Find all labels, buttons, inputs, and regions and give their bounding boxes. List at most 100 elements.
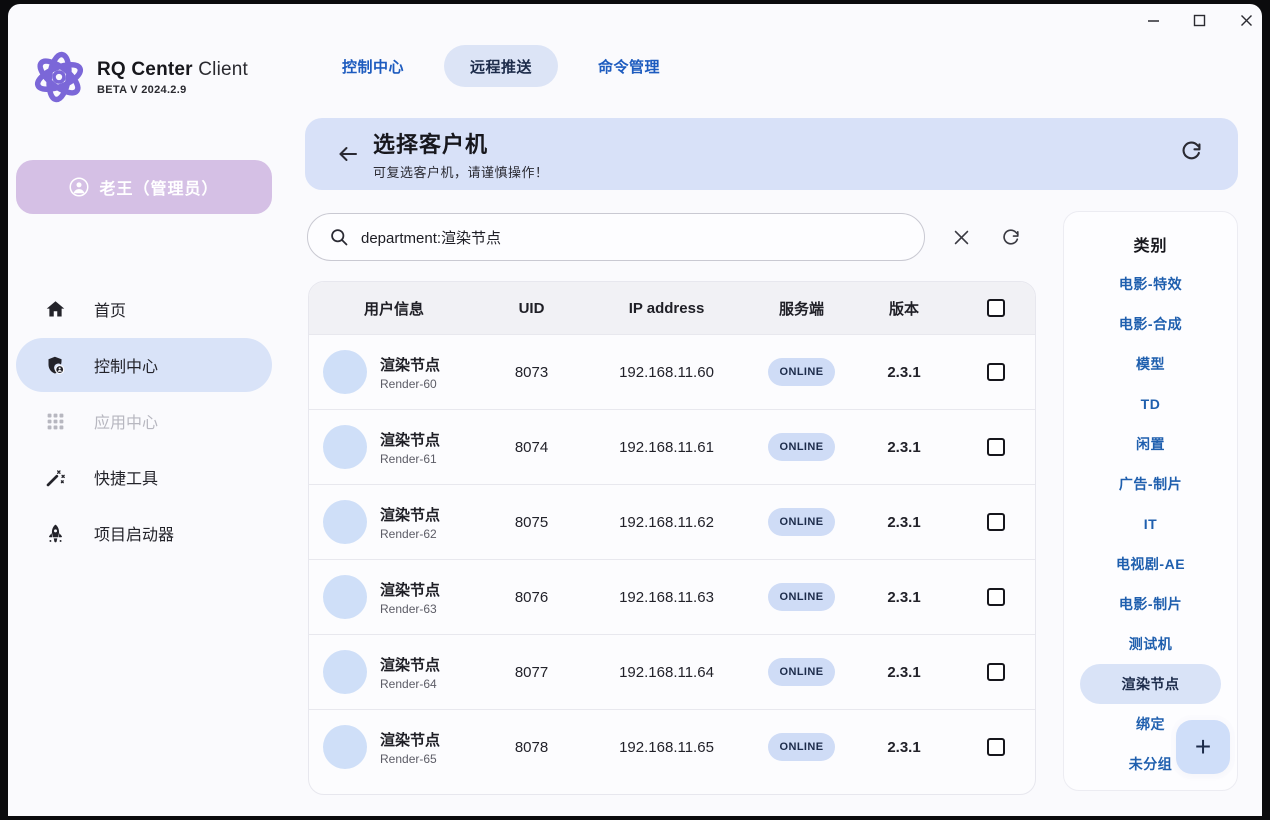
client-name: 渲染节点: [380, 654, 440, 675]
table-row[interactable]: 渲染节点 Render-61 8074 192.168.11.61 ONLINE…: [309, 409, 1035, 484]
top-tab[interactable]: 远程推送: [444, 45, 558, 87]
client-name: 渲染节点: [380, 354, 440, 375]
category-item[interactable]: 测试机: [1080, 624, 1221, 664]
sidebar-nav-item[interactable]: 应用中心: [16, 394, 272, 448]
client-avatar: [323, 650, 367, 694]
category-label: 电影-制片: [1119, 594, 1182, 614]
maximize-button[interactable]: [1189, 10, 1209, 30]
user-badge[interactable]: 老王（管理员）: [16, 160, 272, 214]
sidebar-nav-label: 快捷工具: [94, 465, 158, 489]
category-item[interactable]: 广告-制片: [1080, 464, 1221, 504]
category-item[interactable]: 电视剧-AE: [1080, 544, 1221, 584]
table-row[interactable]: 渲染节点 Render-62 8075 192.168.11.62 ONLINE…: [309, 484, 1035, 559]
table-row[interactable]: 渲染节点 Render-65 8078 192.168.11.65 ONLINE…: [309, 709, 1035, 784]
table-row[interactable]: 渲染节点 Render-63 8076 192.168.11.63 ONLINE…: [309, 559, 1035, 634]
row-checkbox[interactable]: [987, 513, 1005, 531]
magic-wand-icon: [44, 466, 66, 488]
user-icon: [69, 177, 89, 197]
top-tab[interactable]: 命令管理: [572, 45, 686, 87]
client-avatar: [323, 350, 367, 394]
category-item[interactable]: IT: [1080, 504, 1221, 544]
add-category-button[interactable]: +: [1176, 720, 1230, 774]
user-name: 老王（管理员）: [99, 175, 218, 199]
category-label: 测试机: [1129, 634, 1173, 654]
client-avatar: [323, 575, 367, 619]
top-tab-label: 控制中心: [342, 56, 404, 77]
client-hostname: Render-65: [380, 752, 440, 766]
category-item[interactable]: 渲染节点: [1080, 664, 1221, 704]
category-item[interactable]: 模型: [1080, 344, 1221, 384]
page-title: 选择客户机: [373, 127, 549, 159]
client-uid: 8074: [479, 439, 584, 456]
sidebar-nav-item[interactable]: 快捷工具: [16, 450, 272, 504]
table-row[interactable]: 渲染节点 Render-64 8077 192.168.11.64 ONLINE…: [309, 634, 1035, 709]
status-badge: ONLINE: [768, 358, 836, 386]
column-header-user: 用户信息: [309, 298, 479, 319]
client-table: 用户信息 UID IP address 服务端 版本 渲染节点 Render-6…: [308, 281, 1036, 795]
search-bar: [307, 213, 925, 261]
table-row[interactable]: 渲染节点 Render-60 8073 192.168.11.60 ONLINE…: [309, 334, 1035, 409]
search-input[interactable]: [361, 229, 924, 246]
refresh-icon: [1001, 228, 1020, 247]
category-label: 电视剧-AE: [1116, 554, 1185, 574]
client-version: 2.3.1: [854, 739, 954, 756]
close-button[interactable]: [1236, 10, 1256, 30]
client-hostname: Render-62: [380, 527, 440, 541]
category-label: 电影-特效: [1119, 274, 1182, 294]
back-button[interactable]: [333, 139, 363, 169]
sidebar-nav-label: 首页: [94, 297, 126, 321]
category-item[interactable]: TD: [1080, 384, 1221, 424]
row-checkbox[interactable]: [987, 588, 1005, 606]
client-hostname: Render-63: [380, 602, 440, 616]
top-tab-label: 远程推送: [470, 56, 532, 77]
client-version: 2.3.1: [854, 514, 954, 531]
category-label: IT: [1144, 516, 1157, 532]
sidebar-nav-label: 控制中心: [94, 353, 158, 377]
maximize-icon: [1193, 14, 1206, 27]
sidebar-nav-item[interactable]: 项目启动器: [16, 506, 272, 560]
search-refresh-button[interactable]: [995, 222, 1025, 252]
category-item[interactable]: 闲置: [1080, 424, 1221, 464]
row-checkbox[interactable]: [987, 438, 1005, 456]
refresh-icon: [1180, 140, 1202, 162]
select-all-checkbox[interactable]: [987, 299, 1005, 317]
close-icon: [1240, 14, 1253, 27]
table-body: 渲染节点 Render-60 8073 192.168.11.60 ONLINE…: [309, 334, 1035, 784]
page-subtitle: 可复选客户机，请谨慎操作！: [373, 162, 549, 181]
sidebar-nav-label: 应用中心: [94, 409, 158, 433]
rocket-icon: [44, 522, 66, 544]
sidebar-nav-label: 项目启动器: [94, 521, 174, 545]
category-panel-title: 类别: [1064, 232, 1237, 256]
category-label: 模型: [1136, 354, 1165, 374]
minimize-button[interactable]: [1143, 10, 1163, 30]
client-uid: 8077: [479, 664, 584, 681]
select-client-banner: 选择客户机 可复选客户机，请谨慎操作！: [305, 118, 1238, 190]
client-name: 渲染节点: [380, 729, 440, 750]
category-label: 未分组: [1129, 754, 1173, 774]
column-header-ip: IP address: [584, 300, 749, 317]
sidebar-nav-item[interactable]: 首页: [16, 282, 272, 336]
client-name: 渲染节点: [380, 429, 440, 450]
banner-refresh-button[interactable]: [1180, 140, 1208, 168]
category-item[interactable]: 电影-特效: [1080, 264, 1221, 304]
client-ip: 192.168.11.61: [584, 439, 749, 456]
category-item[interactable]: 电影-合成: [1080, 304, 1221, 344]
client-version: 2.3.1: [854, 589, 954, 606]
category-label: 渲染节点: [1122, 674, 1180, 694]
client-avatar: [323, 500, 367, 544]
category-item[interactable]: 电影-制片: [1080, 584, 1221, 624]
row-checkbox[interactable]: [987, 663, 1005, 681]
atom-logo-icon: [30, 48, 88, 106]
status-badge: ONLINE: [768, 433, 836, 461]
category-label: TD: [1141, 396, 1161, 412]
row-checkbox[interactable]: [987, 738, 1005, 756]
category-list: 电影-特效 电影-合成 模型 TD 闲置 广告-制: [1064, 264, 1237, 784]
row-checkbox[interactable]: [987, 363, 1005, 381]
sidebar-nav-item[interactable]: 控制中心: [16, 338, 272, 392]
back-arrow-icon: [336, 142, 360, 166]
top-tab[interactable]: 控制中心: [316, 45, 430, 87]
clear-search-button[interactable]: [946, 222, 976, 252]
status-badge: ONLINE: [768, 733, 836, 761]
status-badge: ONLINE: [768, 658, 836, 686]
app-title-light: Client: [193, 59, 248, 80]
